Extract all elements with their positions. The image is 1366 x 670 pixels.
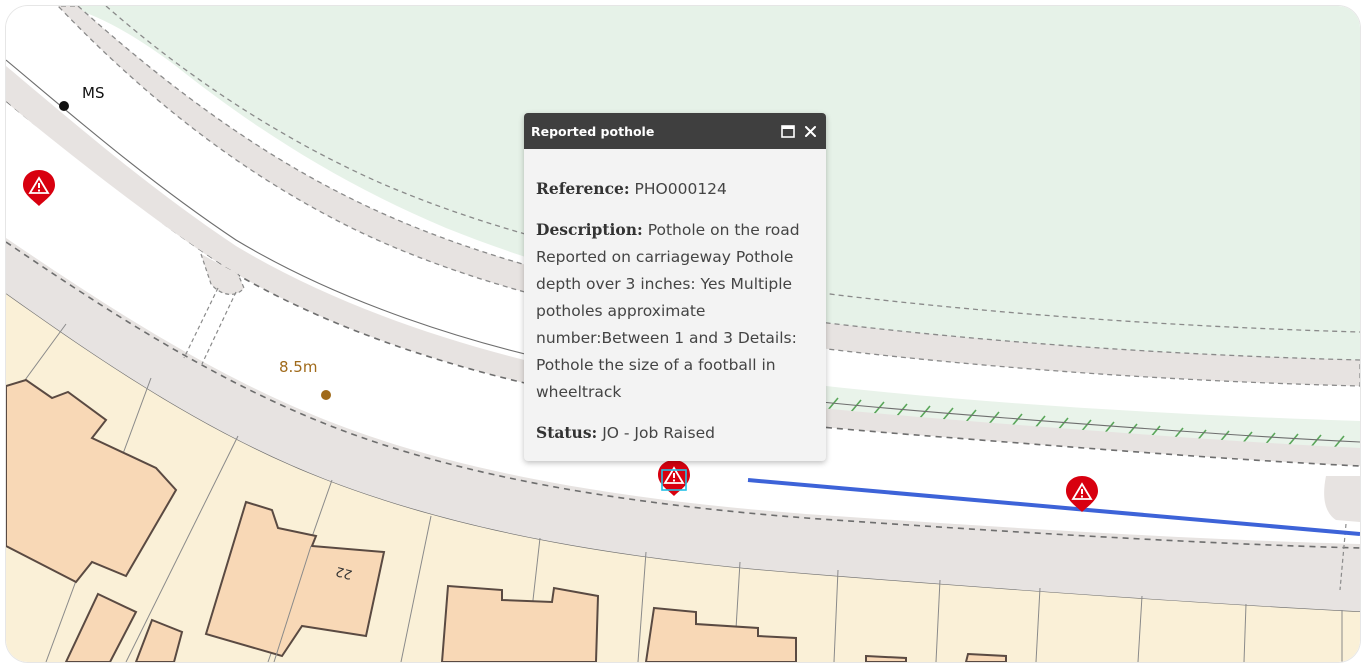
distance-point [321,390,331,400]
description-row: Description: Pothole on the road Reporte… [536,216,814,406]
popup-title: Reported pothole [531,123,655,139]
ms-label: MS [82,84,104,102]
status-label: Status: [536,423,598,442]
status-value: JO - Job Raised [602,424,715,442]
status-row: Status: JO - Job Raised [536,419,814,447]
ms-point[interactable] [59,101,69,111]
description-label: Description: [536,220,643,239]
map-container[interactable]: MS 8.5m 22 Reported pothole Reference: P… [6,6,1360,662]
reference-row: Reference: PHO000124 [536,175,814,203]
distance-label: 8.5m [279,358,317,376]
close-icon[interactable] [802,123,818,139]
pothole-marker-selected[interactable] [658,460,690,496]
reference-label: Reference: [536,179,630,198]
reference-value: PHO000124 [634,180,727,198]
popup-body: Reference: PHO000124 Description: Pothol… [524,149,826,447]
description-value: Pothole on the road Reported on carriage… [536,221,800,401]
popup-header[interactable]: Reported pothole [524,113,826,149]
maximize-icon[interactable] [780,123,796,139]
pothole-popup: Reported pothole Reference: PHO000124 De… [524,113,826,461]
